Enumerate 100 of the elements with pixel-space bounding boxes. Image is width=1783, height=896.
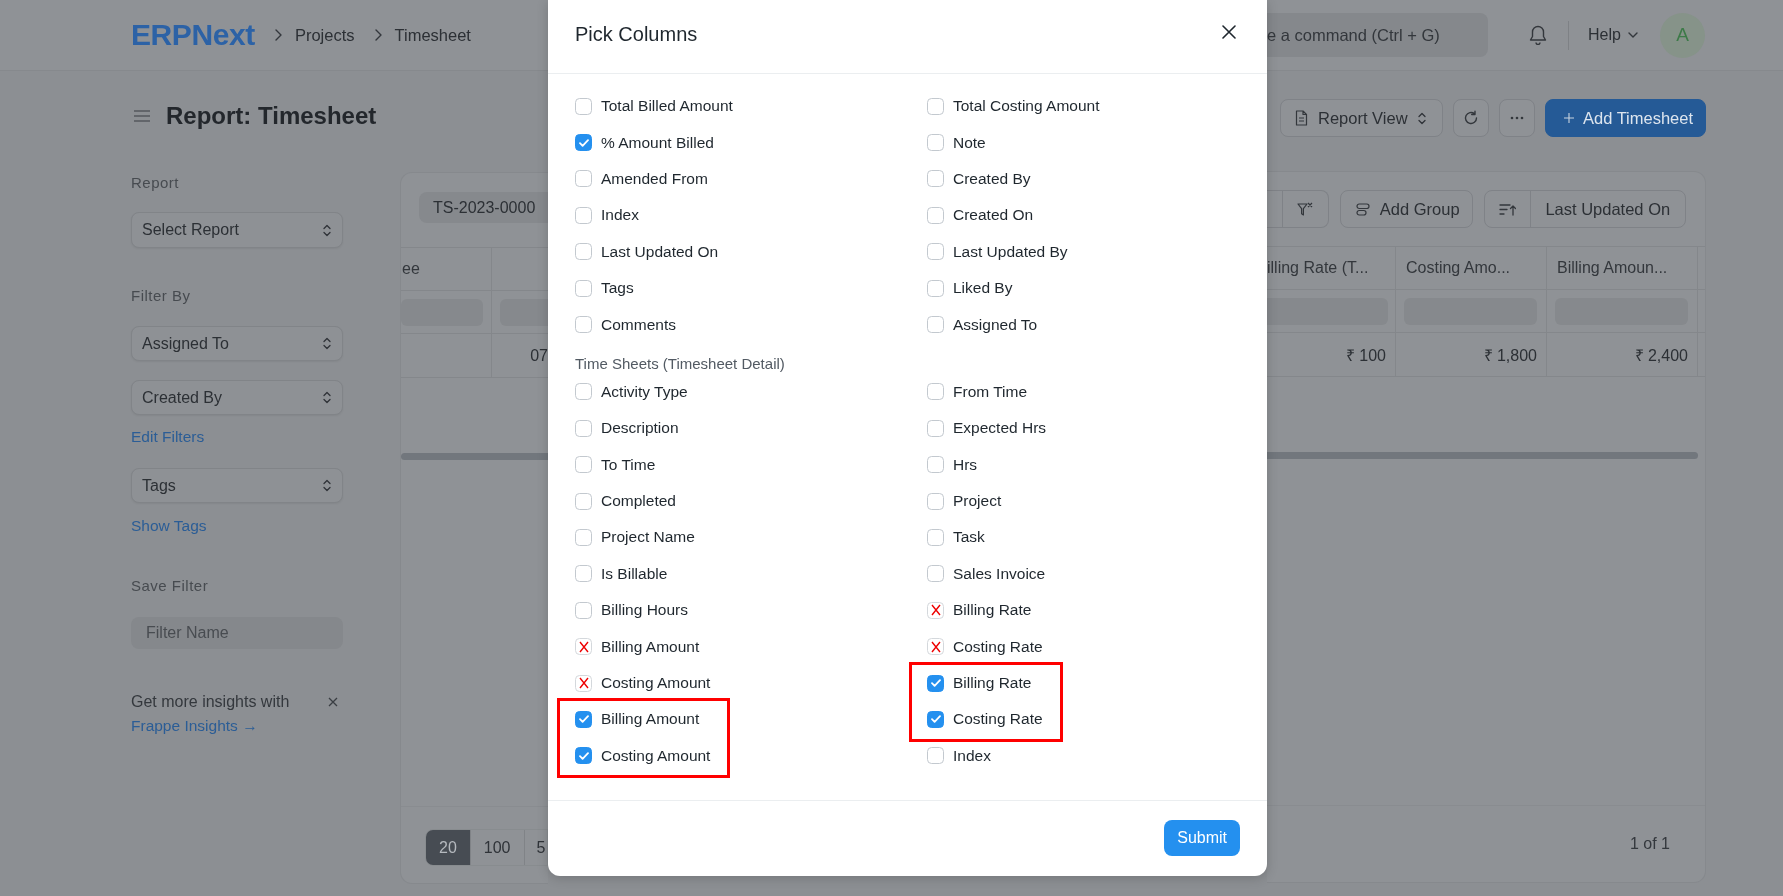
checkbox[interactable] [927, 565, 944, 583]
checkbox[interactable] [575, 456, 592, 474]
column-option-label[interactable]: Is Billable [601, 564, 668, 583]
column-option-label[interactable]: To Time [601, 455, 656, 474]
column-header[interactable]: Costing Amo... [1396, 259, 1511, 277]
column-option-label[interactable]: Billing Rate [953, 601, 1032, 620]
horizontal-scrollbar[interactable] [401, 453, 548, 460]
column-option-label[interactable]: Task [953, 528, 985, 547]
column-header[interactable]: illing Rate (T... [1267, 259, 1369, 277]
add-group-button[interactable]: Add Group [1339, 190, 1473, 228]
checkbox[interactable] [575, 134, 592, 152]
column-option-label[interactable]: Created By [953, 169, 1031, 188]
document-icon [1295, 110, 1308, 126]
column-option-label[interactable]: Activity Type [601, 382, 688, 401]
column-option-label[interactable]: Amended From [601, 169, 708, 188]
report-select[interactable]: Select Report [131, 212, 343, 248]
column-option-label[interactable]: From Time [953, 382, 1028, 401]
filter-select[interactable]: Assigned To [131, 326, 343, 361]
column-option-label[interactable]: Costing Rate [953, 637, 1043, 656]
checkbox[interactable] [575, 170, 592, 188]
horizontal-scrollbar[interactable] [1267, 452, 1698, 459]
checkbox[interactable] [575, 316, 592, 334]
column-option-label[interactable]: Project Name [601, 528, 695, 547]
search-field[interactable]: e a command (Ctrl + G) [1267, 13, 1488, 57]
column-option-label[interactable]: Completed [601, 492, 676, 511]
more-button[interactable] [1499, 99, 1535, 137]
help-menu[interactable]: Help [1588, 26, 1621, 44]
column-option-label[interactable]: Project [953, 492, 1002, 511]
column-option-label[interactable]: Costing Amount [601, 674, 711, 693]
checkbox[interactable] [927, 710, 944, 728]
column-option-label[interactable]: Last Updated On [601, 242, 719, 261]
checkbox[interactable] [927, 206, 944, 224]
column-option-label[interactable]: Comments [601, 315, 676, 334]
page-size-option[interactable]: 5 [524, 830, 546, 865]
checkbox[interactable] [927, 170, 944, 188]
checkbox[interactable] [575, 565, 592, 583]
checkbox[interactable] [927, 419, 944, 437]
breadcrumb-link[interactable]: Timesheet [394, 25, 471, 45]
refresh-button[interactable] [1453, 99, 1489, 137]
checkbox[interactable] [927, 456, 944, 474]
column-header[interactable]: Billing Amoun... [1547, 259, 1668, 277]
filter-select[interactable]: Created By [131, 380, 343, 415]
checkbox[interactable] [927, 383, 944, 401]
checkbox[interactable] [927, 134, 944, 152]
column-option-label[interactable]: Last Updated By [953, 242, 1068, 261]
checkbox[interactable] [575, 279, 592, 297]
column-option-label[interactable]: Assigned To [953, 315, 1038, 334]
checkbox[interactable] [927, 316, 944, 334]
column-option-label[interactable]: Total Costing Amount [953, 97, 1100, 116]
checkbox[interactable] [575, 529, 592, 546]
column-option-label[interactable]: Total Billed Amount [601, 97, 733, 116]
checkbox[interactable] [927, 97, 944, 115]
checkbox[interactable] [927, 529, 944, 546]
report-view-button[interactable]: Report View [1280, 99, 1443, 137]
column-header[interactable]: ee [401, 260, 420, 278]
funnel-x-icon [1297, 201, 1314, 217]
tags-select[interactable]: Tags [131, 468, 343, 503]
bell-icon[interactable] [1529, 25, 1547, 45]
breadcrumb-link[interactable]: Projects [294, 25, 355, 45]
column-option-label[interactable]: Tags [601, 279, 634, 298]
column-option-label[interactable]: Billing Amount [601, 637, 700, 656]
checkbox[interactable] [927, 243, 944, 261]
column-option-label[interactable]: Index [601, 206, 639, 225]
column-option-label[interactable]: Created On [953, 206, 1034, 225]
checkbox[interactable] [575, 419, 592, 437]
checkbox[interactable] [575, 243, 592, 261]
page-size-option[interactable]: 100 [470, 830, 525, 865]
add-timesheet-button[interactable]: Add Timesheet [1545, 99, 1706, 137]
checkbox[interactable] [927, 492, 944, 510]
filter-chip[interactable]: TS-2023-0000 [419, 192, 548, 223]
column-option-label[interactable]: Costing Amount [601, 746, 711, 765]
column-filter-field[interactable] [1267, 297, 1388, 325]
column-option-label[interactable]: Sales Invoice [953, 564, 1046, 583]
more-icon [1510, 116, 1524, 120]
column-option-label[interactable]: Index [953, 746, 991, 765]
checkbox[interactable] [575, 601, 592, 619]
column-filter-field[interactable] [500, 298, 548, 326]
close-icon[interactable] [1222, 25, 1236, 39]
checkbox[interactable] [927, 674, 944, 692]
checkbox[interactable] [927, 747, 944, 765]
column-option-label[interactable]: Hrs [953, 455, 978, 474]
checkbox[interactable] [575, 747, 592, 765]
column-option-label[interactable]: Billing Hours [601, 601, 688, 620]
column-option-label[interactable]: Billing Amount [601, 710, 700, 729]
column-option-label[interactable]: Description [601, 419, 679, 438]
column-option-label[interactable]: Note [953, 133, 986, 152]
menu-icon[interactable] [134, 110, 150, 122]
column-option-label[interactable]: Billing Rate [953, 674, 1032, 693]
checkbox[interactable] [575, 710, 592, 728]
column-option-label[interactable]: Costing Rate [953, 710, 1043, 729]
checkbox[interactable] [575, 206, 592, 224]
column-option-label[interactable]: Expected Hrs [953, 419, 1047, 438]
column-option-label[interactable]: % Amount Billed [601, 133, 714, 152]
checkbox[interactable] [575, 492, 592, 510]
checkbox[interactable] [575, 97, 592, 115]
checkbox[interactable] [575, 383, 592, 401]
checkbox[interactable] [927, 279, 944, 297]
filter-name-field[interactable]: Filter Name [131, 617, 343, 649]
page-size-option[interactable]: 20 [426, 830, 471, 865]
column-option-label[interactable]: Liked By [953, 279, 1013, 298]
